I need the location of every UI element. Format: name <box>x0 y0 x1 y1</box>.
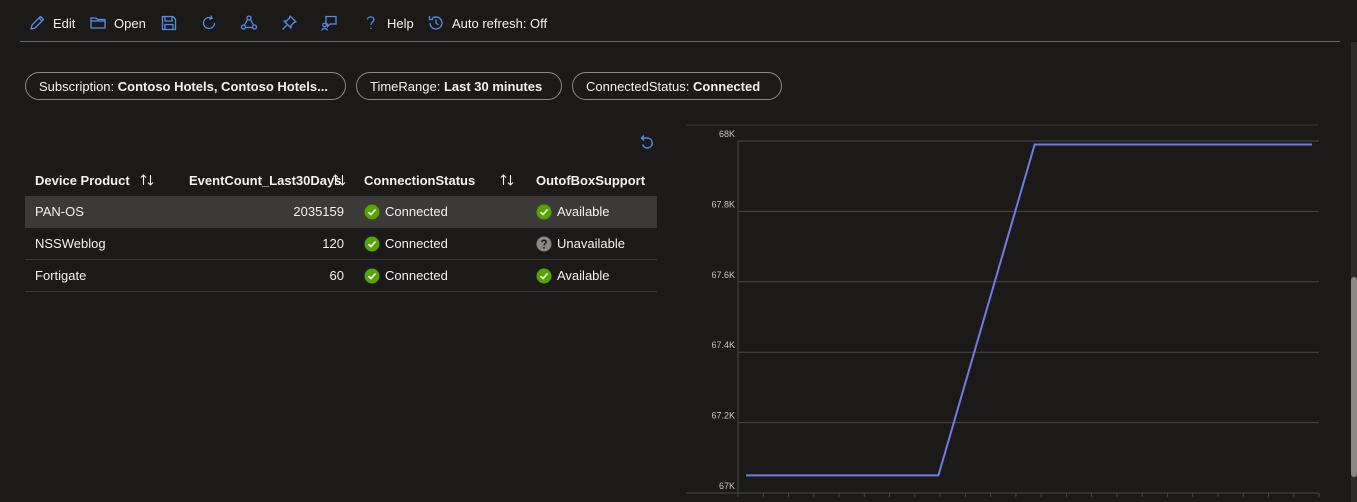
toolbar-divider <box>20 41 1340 42</box>
vertical-scrollbar[interactable] <box>1350 42 1357 502</box>
scrollbar-thumb[interactable] <box>1351 277 1357 477</box>
folder-icon <box>90 17 106 29</box>
time-range-filter[interactable]: TimeRange: Last 30 minutes <box>356 72 562 100</box>
time-range-filter-key: TimeRange: <box>370 78 441 94</box>
feedback-icon <box>320 15 337 31</box>
auto-refresh-label: Auto refresh: Off <box>452 15 548 31</box>
table-header-row: Device Product EventCount_Last30Days Con… <box>25 164 657 196</box>
save-button[interactable] <box>160 12 178 34</box>
refresh-button[interactable] <box>200 12 218 34</box>
column-header-label: OutofBoxSupport <box>536 172 646 188</box>
y-tick-label: 67K <box>719 481 735 491</box>
help-label: Help <box>387 15 414 31</box>
cell-outofbox-support: Available <box>526 259 657 292</box>
line-chart-svg: 67K 67.2K 67.4K 67.6K 67.8K 68K <box>686 124 1320 497</box>
check-circle-icon <box>364 236 380 251</box>
column-header-event-count[interactable]: EventCount_Last30Days <box>179 164 354 196</box>
edit-button[interactable]: Edit <box>28 12 75 34</box>
undo-icon[interactable] <box>637 134 655 152</box>
check-circle-icon <box>536 204 552 219</box>
y-tick-label: 67.2K <box>711 411 735 421</box>
save-icon <box>161 15 177 31</box>
connected-status-filter-key: ConnectedStatus: <box>586 78 690 94</box>
column-header-connection-status[interactable]: ConnectionStatus <box>354 164 526 196</box>
auto-refresh-button[interactable]: Auto refresh: Off <box>427 12 547 34</box>
status-text: Connected <box>385 204 448 219</box>
cell-connection-status: Connected <box>354 196 526 228</box>
column-header-label: ConnectionStatus <box>364 172 476 188</box>
column-header-outofbox-support[interactable]: OutofBoxSupport <box>526 164 657 196</box>
refresh-icon <box>202 15 216 30</box>
line-chart: 67K 67.2K 67.4K 67.6K 67.8K 68K <box>686 122 1326 502</box>
status-text: Connected <box>385 268 448 283</box>
check-circle-icon <box>364 204 380 219</box>
cell-outofbox-support: Available <box>526 196 657 228</box>
help-icon <box>366 16 375 29</box>
open-label: Open <box>114 15 146 31</box>
subscription-filter-value: Contoso Hotels, Contoso Hotels... <box>117 78 328 94</box>
connected-status-filter-value: Connected <box>692 78 761 94</box>
support-text: Available <box>557 204 610 219</box>
status-text: Connected <box>385 236 448 251</box>
cell-event-count: 120 <box>179 227 354 260</box>
support-text: Unavailable <box>557 236 625 251</box>
toolbar: Edit Open Help Auto refresh: Off <box>0 0 1357 42</box>
y-tick-label: 67.8K <box>711 199 735 209</box>
table-row[interactable]: PAN-OS 2035159 Connected Available <box>25 196 657 228</box>
cell-device-product: NSSWeblog <box>25 227 179 260</box>
cell-event-count: 2035159 <box>179 196 354 228</box>
cell-connection-status: Connected <box>354 259 526 292</box>
cell-device-product: Fortigate <box>25 259 179 292</box>
share-button[interactable] <box>240 12 258 34</box>
subscription-filter-key: Subscription: <box>39 78 115 94</box>
pin-icon <box>282 15 297 30</box>
help-button[interactable]: Help <box>362 12 414 34</box>
sort-icon[interactable] <box>499 172 515 188</box>
connected-status-filter[interactable]: ConnectedStatus: Connected <box>572 72 782 100</box>
support-text: Available <box>557 268 610 283</box>
open-button[interactable]: Open <box>89 12 146 34</box>
time-range-filter-value: Last 30 minutes <box>443 78 543 94</box>
subscription-filter[interactable]: Subscription: Contoso Hotels, Contoso Ho… <box>25 72 346 100</box>
check-circle-icon <box>364 268 380 283</box>
table-row[interactable]: NSSWeblog 120 Connected Unavailable <box>25 227 657 260</box>
cell-outofbox-support: Unavailable <box>526 227 657 260</box>
cell-device-product: PAN-OS <box>25 196 179 228</box>
pencil-icon <box>30 15 45 30</box>
y-tick-label: 67.4K <box>711 340 735 350</box>
pin-button[interactable] <box>280 12 298 34</box>
column-header-label: Device Product <box>35 172 130 188</box>
edit-label: Edit <box>53 15 76 31</box>
y-tick-label: 67.6K <box>711 270 735 280</box>
cell-event-count: 60 <box>179 259 354 292</box>
feedback-button[interactable] <box>320 12 338 34</box>
y-tick-label: 68K <box>719 129 735 139</box>
share-icon <box>240 15 258 30</box>
table-row[interactable]: Fortigate 60 Connected Available <box>25 259 657 292</box>
sort-icon[interactable] <box>331 172 347 188</box>
check-circle-icon <box>536 268 552 283</box>
column-header-label: EventCount_Last30Days <box>189 172 342 188</box>
cell-connection-status: Connected <box>354 227 526 260</box>
column-header-device-product[interactable]: Device Product <box>25 164 179 196</box>
sort-icon[interactable] <box>139 172 155 188</box>
device-table: Device Product EventCount_Last30Days Con… <box>25 164 657 292</box>
question-circle-icon <box>536 236 552 251</box>
history-icon <box>428 16 443 30</box>
series-line[interactable] <box>746 143 1312 477</box>
